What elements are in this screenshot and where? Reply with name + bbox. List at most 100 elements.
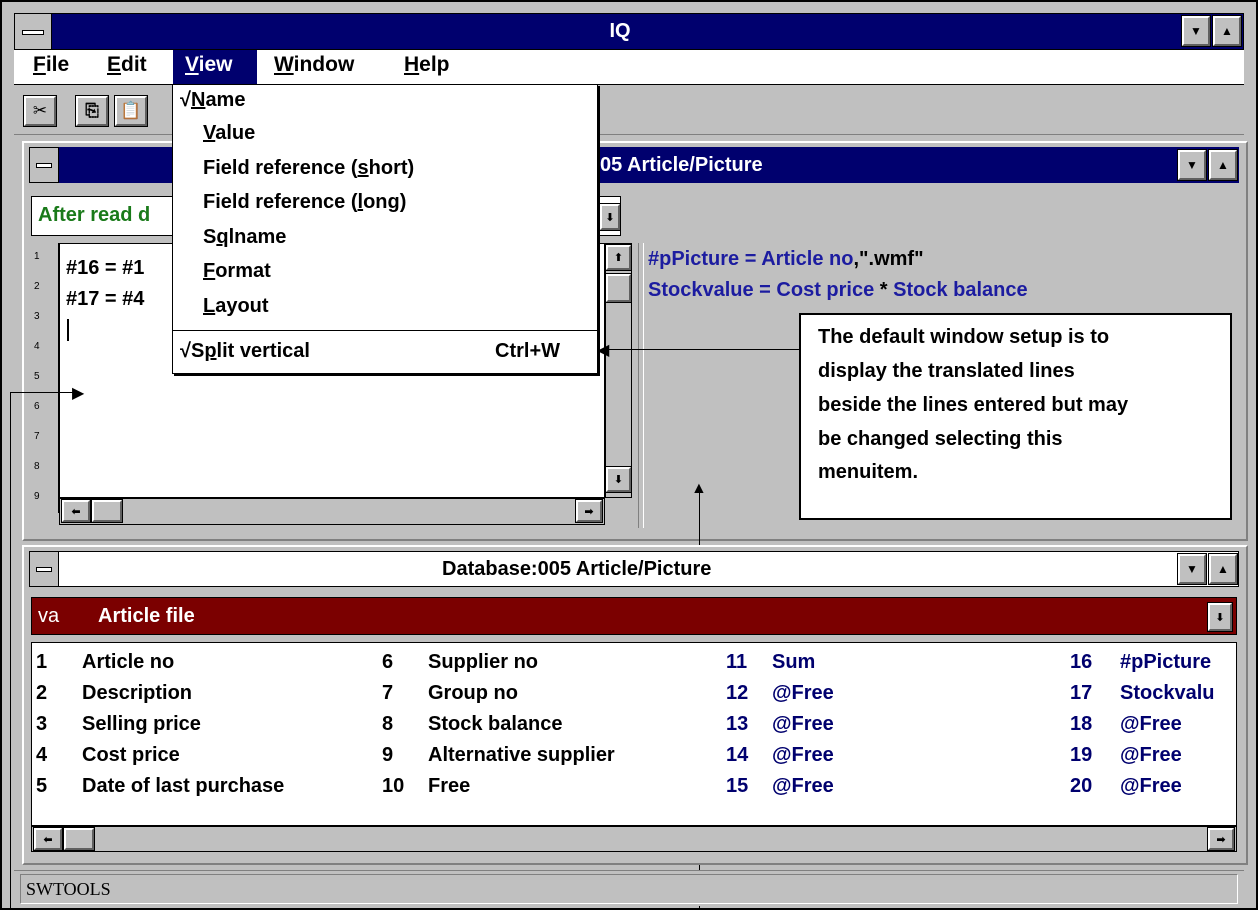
- editor-hscrollbar[interactable]: [59, 498, 605, 525]
- arrow-down-icon: ⬇: [613, 474, 624, 486]
- translated-token: =: [753, 279, 777, 301]
- scroll-right-button[interactable]: ➡: [575, 499, 603, 523]
- translated-token: Stock balance: [893, 279, 1028, 301]
- view-menu-item-layout[interactable]: Layout: [203, 295, 269, 318]
- field-item[interactable]: 16 #pPicture: [1070, 651, 1211, 674]
- menu-help-rest: elp: [419, 53, 450, 76]
- view-menu-item-name[interactable]: √Name: [180, 89, 245, 112]
- menu-separator: [173, 330, 597, 331]
- translated-token: #pPicture: [648, 248, 740, 270]
- field-item[interactable]: 11 Sum: [726, 651, 815, 674]
- status-panel: [20, 874, 1238, 904]
- arrow-up-icon: ⬆: [613, 252, 624, 264]
- maximize-button[interactable]: ▲: [1212, 15, 1242, 47]
- field-item[interactable]: 12 @Free: [726, 682, 834, 705]
- field-item[interactable]: 2 Description: [36, 682, 192, 705]
- scroll-up-button[interactable]: ⬆: [605, 244, 632, 271]
- field-item[interactable]: 1 Article no: [36, 651, 174, 674]
- menu-window-rest: indow: [293, 53, 355, 76]
- fields-hscroll-thumb[interactable]: [63, 827, 95, 851]
- view-menu-item-field-ref-short[interactable]: Field reference (short): [203, 157, 414, 180]
- menu-mnemonic: N: [190, 89, 206, 111]
- line-number: 9: [34, 491, 40, 502]
- field-no: 18: [1070, 713, 1093, 735]
- field-item[interactable]: 15 @Free: [726, 775, 834, 798]
- menu-label-post: lname: [228, 226, 287, 248]
- menu-label-pre: Field reference (: [203, 157, 358, 179]
- field-no: 5: [36, 775, 48, 797]
- menu-label-pre: Field reference (: [203, 191, 358, 213]
- check-icon: √: [180, 89, 191, 111]
- field-item[interactable]: 5 Date of last purchase: [36, 775, 284, 798]
- editor-minimize-button[interactable]: ▼: [1177, 149, 1207, 181]
- field-item[interactable]: 13 @Free: [726, 713, 834, 736]
- fields-scroll-left-button[interactable]: ⬅: [33, 827, 63, 851]
- field-item[interactable]: 20 @Free: [1070, 775, 1182, 798]
- scroll-left-button[interactable]: ⬅: [61, 499, 91, 523]
- field-no: 17: [1070, 682, 1093, 704]
- menu-label-pre: S: [190, 340, 205, 362]
- system-menu-icon[interactable]: [14, 13, 52, 50]
- scroll-thumb[interactable]: [605, 273, 632, 303]
- translated-token: Stockvalue: [648, 279, 754, 301]
- field-item[interactable]: 3 Selling price: [36, 713, 201, 736]
- line-number: 4: [34, 341, 40, 352]
- view-menu-item-format[interactable]: Format: [203, 260, 271, 283]
- hscroll-thumb[interactable]: [91, 499, 123, 523]
- field-item[interactable]: 9 Alternative supplier: [382, 744, 615, 767]
- field-name: Article no: [82, 651, 175, 673]
- editor-system-menu-icon[interactable]: [29, 147, 59, 183]
- scroll-down-button[interactable]: ⬇: [605, 466, 632, 493]
- fields-hscrollbar[interactable]: [31, 826, 1237, 852]
- field-item[interactable]: 7 Group no: [382, 682, 518, 705]
- fields-scroll-right-button[interactable]: ➡: [1207, 827, 1235, 851]
- field-no: 12: [726, 682, 749, 704]
- field-no: 6: [382, 651, 394, 673]
- database-system-menu-icon[interactable]: [29, 551, 59, 587]
- field-item[interactable]: 4 Cost price: [36, 744, 180, 767]
- field-item[interactable]: 18 @Free: [1070, 713, 1182, 736]
- menu-edit[interactable]: Edit: [107, 53, 147, 77]
- field-no: 9: [382, 744, 394, 766]
- field-no: 4: [36, 744, 48, 766]
- view-menu-item-sqlname[interactable]: Sqlname: [203, 226, 286, 249]
- arrow-right-icon: ➡: [584, 505, 594, 518]
- menu-window[interactable]: Window: [274, 53, 354, 77]
- field-item[interactable]: 6 Supplier no: [382, 651, 538, 674]
- line-number: 6: [34, 401, 40, 412]
- event-dropdown-arrow[interactable]: ⬇: [599, 203, 621, 231]
- field-no: 8: [382, 713, 394, 735]
- menu-file[interactable]: File: [33, 53, 69, 77]
- field-name: Stock balance: [428, 713, 563, 735]
- menu-edit-mnemonic: E: [107, 53, 122, 76]
- view-menu-item-split-vertical[interactable]: √Split vertical: [180, 340, 310, 363]
- line-number: 1: [34, 251, 40, 262]
- translated-token: ,".wmf": [853, 248, 924, 270]
- field-name: Free: [428, 775, 471, 797]
- menu-mnemonic: V: [203, 122, 216, 144]
- cut-icon[interactable]: ✂: [23, 95, 57, 127]
- split-divider[interactable]: [638, 243, 644, 528]
- view-menu-item-value[interactable]: Value: [203, 122, 255, 145]
- menu-window-mnemonic: W: [274, 53, 294, 76]
- minimize-button[interactable]: ▼: [1181, 15, 1211, 47]
- field-item[interactable]: 10 Free: [382, 775, 470, 798]
- file-select-arrow[interactable]: ⬇: [1207, 602, 1233, 632]
- database-maximize-button[interactable]: ▲: [1208, 553, 1238, 585]
- database-minimize-button[interactable]: ▼: [1177, 553, 1207, 585]
- view-menu-item-field-ref-long[interactable]: Field reference (long): [203, 191, 406, 214]
- menu-view-mnemonic: V: [185, 53, 199, 76]
- menu-label-post: hort): [368, 157, 415, 179]
- line-gutter: 1 2 3 4 5 6 7 8 9: [31, 243, 59, 513]
- file-select[interactable]: [31, 597, 1237, 635]
- editor-title: 05 Article/Picture: [600, 154, 763, 176]
- field-item[interactable]: 17 Stockvalu: [1070, 682, 1214, 705]
- field-item[interactable]: 19 @Free: [1070, 744, 1182, 767]
- menu-view[interactable]: View: [185, 53, 233, 77]
- paste-icon[interactable]: 📋: [114, 95, 148, 127]
- editor-maximize-button[interactable]: ▲: [1208, 149, 1238, 181]
- copy-icon[interactable]: ⎘: [75, 95, 109, 127]
- menu-help[interactable]: Help: [404, 53, 450, 77]
- field-item[interactable]: 14 @Free: [726, 744, 834, 767]
- field-item[interactable]: 8 Stock balance: [382, 713, 563, 736]
